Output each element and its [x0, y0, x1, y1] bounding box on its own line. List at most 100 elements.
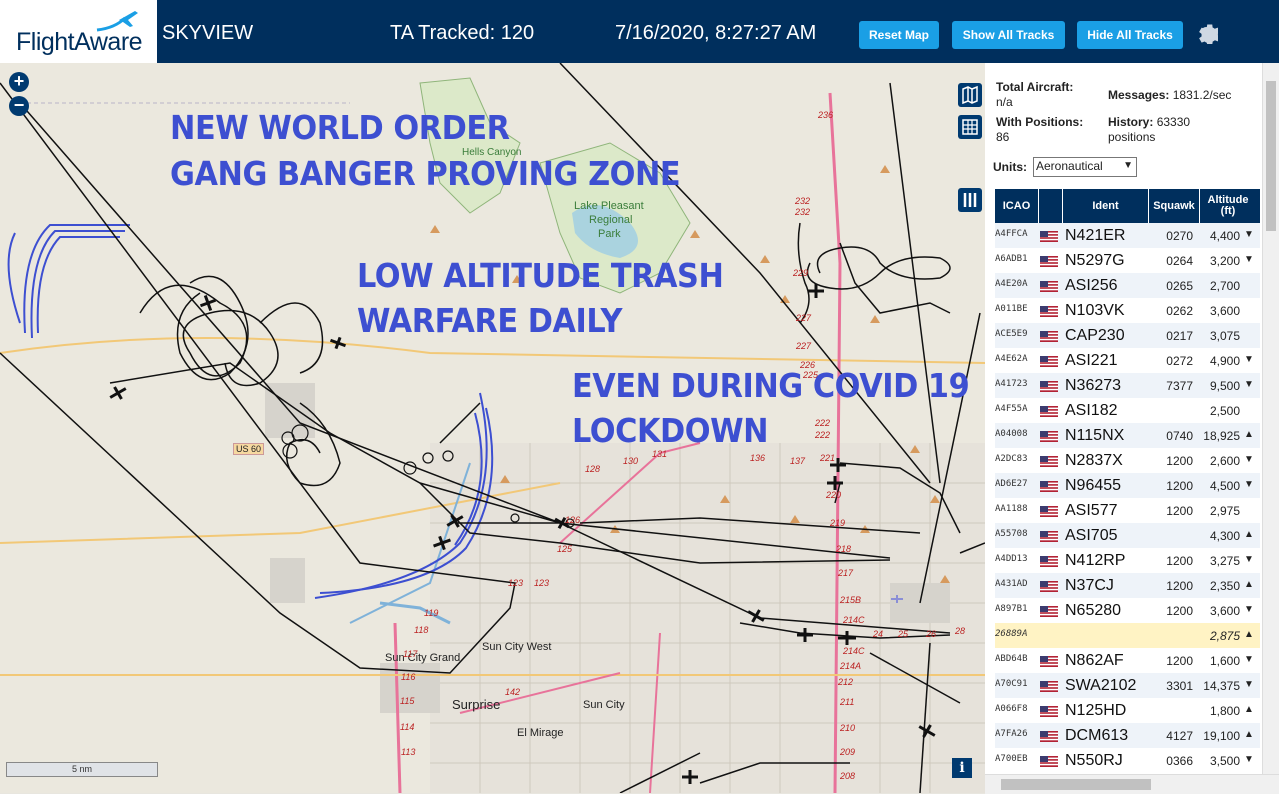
altitude-trend-icon: ▼: [1244, 379, 1254, 390]
table-row[interactable]: AA1188 ASI577 1200 2,975: [995, 498, 1260, 523]
total-aircraft-value: n/a: [996, 95, 1013, 109]
altitude-trend-icon: ▲: [1244, 729, 1254, 740]
vertical-scrollbar[interactable]: [1262, 63, 1279, 776]
positions-value: 86: [996, 130, 1010, 144]
road-label: 26: [926, 629, 937, 639]
table-row[interactable]: A6ADB1 N5297G 0264 3,200 ▼: [995, 248, 1260, 273]
col-altitude[interactable]: Altitude (ft): [1200, 189, 1256, 223]
col-ident[interactable]: Ident: [1063, 189, 1149, 223]
road-label: 116: [401, 672, 416, 682]
altitude-trend-icon: ▼: [1244, 654, 1254, 665]
table-row[interactable]: A4E20A ASI256 0265 2,700: [995, 273, 1260, 298]
us-flag-icon: [1040, 581, 1058, 592]
us-flag-icon: [1040, 381, 1058, 392]
altitude-trend-icon: ▲: [1244, 429, 1254, 440]
icao-cell: A897B1: [995, 604, 1028, 614]
table-row[interactable]: A4FFCA N421ER 0270 4,400 ▼: [995, 223, 1260, 248]
ident-cell: N65280: [1065, 602, 1122, 619]
road-label: 115: [400, 696, 415, 706]
table-row[interactable]: A011BE N103VK 0262 3,600: [995, 298, 1260, 323]
scroll-thumb[interactable]: [1266, 81, 1276, 231]
units-label: Units:: [993, 160, 1027, 174]
squawk-cell: 3301: [1166, 679, 1193, 693]
table-row[interactable]: AD6E27 N96455 1200 4,500 ▼: [995, 473, 1260, 498]
altitude-cell: 2,700: [1209, 279, 1240, 293]
map-view[interactable]: Hells Canyon Lake Pleasant Regional Park…: [0, 63, 985, 793]
icao-cell: AA1188: [995, 504, 1028, 514]
horizontal-scrollbar[interactable]: [985, 774, 1279, 794]
squawk-cell: 1200: [1166, 479, 1193, 493]
table-row[interactable]: A2DC83 N2837X 1200 2,600 ▼: [995, 448, 1260, 473]
altitude-cell: 4,500: [1209, 479, 1240, 493]
units-select[interactable]: Aeronautical ▼: [1033, 157, 1137, 177]
table-row[interactable]: A70C91 SWA2102 3301 14,375 ▼: [995, 673, 1260, 698]
us-flag-icon: [1040, 656, 1058, 667]
grid-toggle-button[interactable]: [958, 115, 982, 139]
reset-map-button[interactable]: Reset Map: [859, 21, 939, 49]
us-flag-icon: [1040, 456, 1058, 467]
zoom-in-button[interactable]: +: [9, 72, 29, 92]
table-row[interactable]: A431AD N37CJ 1200 2,350 ▲: [995, 573, 1260, 598]
table-row[interactable]: A41723 N36273 7377 9,500 ▼: [995, 373, 1260, 398]
table-row[interactable]: ABD64B N862AF 1200 1,600 ▼: [995, 648, 1260, 673]
squawk-cell: 0270: [1166, 229, 1193, 243]
ident-cell: CAP230: [1065, 327, 1125, 344]
hide-all-tracks-button[interactable]: Hide All Tracks: [1077, 21, 1183, 49]
icao-cell: A04008: [995, 429, 1028, 439]
altitude-trend-icon: ▲: [1244, 529, 1254, 540]
road-label: 229: [793, 268, 809, 278]
table-row[interactable]: A700EB N550RJ 0366 3,500 ▼: [995, 748, 1260, 773]
col-icao[interactable]: ICAO: [995, 189, 1039, 223]
history-label: History:: [1108, 115, 1154, 129]
scroll-thumb[interactable]: [1001, 779, 1151, 790]
show-all-tracks-button[interactable]: Show All Tracks: [952, 21, 1065, 49]
info-icon[interactable]: i: [952, 758, 972, 778]
icao-cell: A4E62A: [995, 354, 1028, 364]
icao-cell: A2DC83: [995, 454, 1028, 464]
route-us60-label: US 60: [233, 443, 265, 455]
map-layers-button[interactable]: [958, 83, 982, 107]
altitude-cell: 3,275: [1209, 554, 1240, 568]
road-label: 208: [840, 771, 856, 781]
table-header: ICAO Ident Squawk Altitude (ft): [995, 189, 1260, 223]
table-row[interactable]: A7FA26 DCM613 4127 19,100 ▲: [995, 723, 1260, 748]
table-row[interactable]: A4DD13 N412RP 1200 3,275 ▼: [995, 548, 1260, 573]
road-label: 236: [818, 110, 834, 120]
altitude-trend-icon: ▼: [1244, 554, 1254, 565]
altitude-trend-icon: ▼: [1244, 454, 1254, 465]
squawk-cell: 1200: [1166, 654, 1193, 668]
col-squawk[interactable]: Squawk: [1149, 189, 1200, 223]
table-row[interactable]: A4F55A ASI182 2,500: [995, 398, 1260, 423]
icao-cell: A4E20A: [995, 279, 1028, 289]
table-row[interactable]: ACE5E9 CAP230 0217 3,075: [995, 323, 1260, 348]
altitude-cell: 4,900: [1209, 354, 1240, 368]
road-label: 227: [796, 313, 812, 323]
us-flag-icon: [1040, 431, 1058, 442]
ident-cell: SWA2102: [1065, 677, 1137, 694]
flightaware-logo[interactable]: FlightAware: [0, 0, 157, 63]
altitude-trend-icon: ▼: [1244, 679, 1254, 690]
altitude-cell: 2,500: [1209, 404, 1240, 418]
icao-cell: A4F55A: [995, 404, 1028, 414]
col-flag[interactable]: [1039, 189, 1063, 223]
zoom-out-button[interactable]: −: [9, 96, 29, 116]
us-flag-icon: [1040, 756, 1058, 767]
us-flag-icon: [1040, 256, 1058, 267]
road-label: 219: [830, 518, 846, 528]
gear-icon[interactable]: [1194, 20, 1218, 44]
table-row[interactable]: A55708 ASI705 4,300 ▲: [995, 523, 1260, 548]
road-label: 114: [400, 722, 415, 732]
us-flag-icon: [1040, 606, 1058, 617]
table-row[interactable]: A897B1 N65280 1200 3,600 ▼: [995, 598, 1260, 623]
altitude-cell: 3,600: [1209, 604, 1240, 618]
altitude-trend-icon: ▲: [1244, 579, 1254, 590]
us-flag-icon: [1040, 506, 1058, 517]
altitude-cell: 2,350: [1209, 579, 1240, 593]
table-row[interactable]: A04008 N115NX 0740 18,925 ▲: [995, 423, 1260, 448]
table-row[interactable]: A4E62A ASI221 0272 4,900 ▼: [995, 348, 1260, 373]
table-row[interactable]: 26889A 2,875 ▲: [995, 623, 1260, 648]
table-row[interactable]: A066F8 N125HD 1,800 ▲: [995, 698, 1260, 723]
columns-toggle-button[interactable]: [958, 188, 982, 212]
road-label: 118: [414, 625, 429, 635]
road-label: 209: [840, 747, 856, 757]
